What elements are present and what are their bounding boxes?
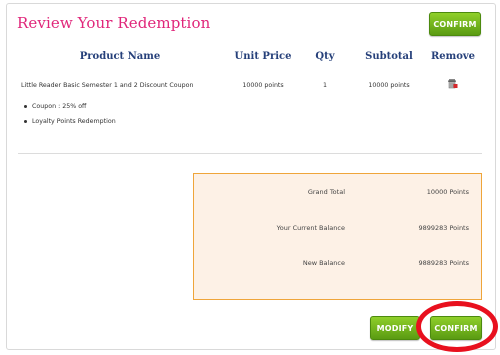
redemption-type: Loyalty Points Redemption — [32, 118, 116, 125]
column-header-qty: Qty — [315, 51, 335, 62]
unit-price: 10000 points — [242, 82, 284, 89]
list-item: Coupon : 25% off — [21, 99, 116, 114]
modify-button[interactable]: MODIFY — [370, 316, 420, 340]
column-header-remove: Remove — [430, 51, 476, 62]
bullet-icon — [24, 120, 27, 123]
column-header-unit-price: Unit Price — [234, 51, 292, 62]
product-name: Little Reader Basic Semester 1 and 2 Dis… — [21, 82, 194, 89]
new-balance-value: 9889283 Points — [418, 259, 469, 267]
totals-box: Grand Total 10000 Points Your Current Ba… — [193, 173, 482, 300]
column-header-subtotal: Subtotal — [365, 51, 413, 62]
grand-total-label: Grand Total — [307, 188, 345, 196]
confirm-button-top[interactable]: CONFIRM — [429, 12, 481, 36]
page-title: Review Your Redemption — [17, 14, 211, 32]
coupon-detail: Coupon : 25% off — [32, 103, 87, 110]
divider — [18, 153, 482, 154]
current-balance-value: 9899283 Points — [418, 224, 469, 232]
product-details: Coupon : 25% off Loyalty Points Redempti… — [21, 99, 116, 129]
trash-icon[interactable] — [447, 78, 458, 89]
bullet-icon — [24, 105, 27, 108]
grand-total-value: 10000 Points — [426, 188, 469, 196]
quantity: 1 — [322, 82, 327, 89]
subtotal: 10000 points — [368, 82, 410, 89]
current-balance-label: Your Current Balance — [276, 224, 345, 232]
column-header-product: Product Name — [79, 51, 161, 62]
new-balance-label: New Balance — [302, 259, 345, 267]
confirm-button-bottom[interactable]: CONFIRM — [430, 316, 482, 340]
list-item: Loyalty Points Redemption — [21, 114, 116, 129]
